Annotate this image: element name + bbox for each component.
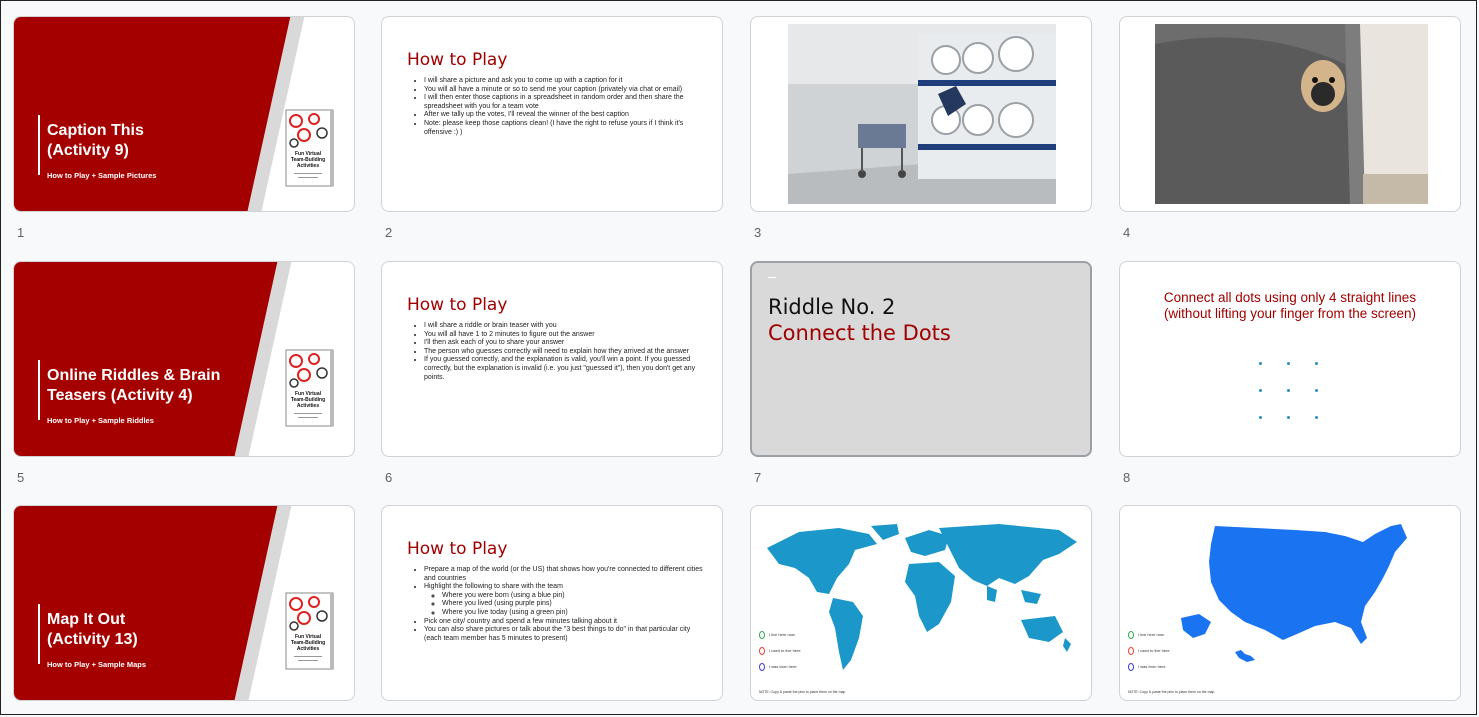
slide-number: 7 — [754, 470, 762, 485]
title-dash — [768, 277, 776, 278]
dot — [1287, 416, 1290, 419]
slide-number: 2 — [385, 225, 393, 240]
list-item-text: Highlight the following to share with th… — [424, 583, 563, 591]
riddle-title: Connect the Dots — [768, 321, 951, 345]
title-accent-bar — [38, 115, 40, 175]
map-legend: I live here now I used to live here I wa… — [1128, 631, 1170, 671]
blue-pin-icon — [1128, 663, 1134, 671]
slide-thumbnail-7-selected[interactable]: Riddle No. 2 Connect the Dots — [750, 261, 1092, 457]
dot — [1259, 389, 1262, 392]
dot — [1287, 389, 1290, 392]
legend-label: I live here now — [1138, 632, 1164, 638]
riddle-number: Riddle No. 2 — [768, 295, 896, 319]
slide-subtitle: How to Play + Sample Pictures — [47, 171, 157, 180]
slide-thumbnail-3[interactable] — [750, 16, 1092, 212]
list-item: Note: please keep those captions clean! … — [424, 120, 704, 137]
slide-thumbnail-12[interactable]: I live here now I used to live here I wa… — [1119, 505, 1461, 701]
rules-list: Prepare a map of the world (or the US) t… — [410, 566, 704, 643]
title-accent-bar — [38, 604, 40, 664]
sub-list: Where you were born (using a blue pin) W… — [424, 592, 704, 618]
slide-title: How to Play — [407, 50, 508, 70]
laundromat-photo — [788, 24, 1056, 204]
dot — [1287, 362, 1290, 365]
list-item: I will share a riddle or brain teaser wi… — [424, 322, 704, 331]
legend-label: I was born here — [1138, 664, 1166, 670]
title-accent-bar — [38, 360, 40, 420]
slide-title: Caption This (Activity 9) — [47, 122, 144, 159]
svg-text:Activities: Activities — [297, 163, 319, 169]
green-pin-icon — [1128, 631, 1134, 639]
ebook-cover-image: Fun Virtual Team-Building Activities — [285, 349, 334, 427]
rules-list: I will share a picture and ask you to co… — [410, 77, 704, 137]
slide-thumbnail-4[interactable] — [1119, 16, 1461, 212]
list-item: After we tally up the votes, I'll reveal… — [424, 111, 704, 120]
slide-thumbnail-6[interactable]: How to Play I will share a riddle or bra… — [381, 261, 723, 457]
list-item: If you guessed correctly, and the explan… — [424, 356, 704, 382]
list-item: I will share a picture and ask you to co… — [424, 77, 704, 86]
pug-photo — [1155, 24, 1428, 204]
slide-thumbnail-11[interactable]: I live here now I used to live here I wa… — [750, 505, 1092, 701]
map-note: NOTE: Copy & paste the pins to place the… — [1128, 690, 1215, 694]
slide-number: 3 — [754, 225, 762, 240]
ebook-cover-image: Fun Virtual Team-Building Activities — [285, 592, 334, 670]
ebook-cover-image: Fun Virtual Team-Building Activities — [285, 109, 334, 187]
map-legend: I live here now I used to live here I wa… — [759, 631, 801, 671]
red-pin-icon — [759, 647, 765, 655]
slide-number: 1 — [17, 225, 25, 240]
sub-list-item: Where you lived (using purple pins) — [442, 600, 704, 609]
legend-label: I live here now — [769, 632, 795, 638]
puzzle-instructions: Connect all dots using only 4 straight l… — [1163, 290, 1417, 321]
slide-thumbnail-9[interactable]: Map It Out (Activity 13) How to Play + S… — [13, 505, 355, 701]
rules-list: I will share a riddle or brain teaser wi… — [410, 322, 704, 382]
sub-list-item: Where you live today (using a green pin) — [442, 609, 704, 618]
slide-number: 8 — [1123, 470, 1131, 485]
slide-thumbnail-10[interactable]: How to Play Prepare a map of the world (… — [381, 505, 723, 701]
slide-title: Map It Out (Activity 13) — [47, 611, 138, 648]
svg-text:Activities: Activities — [297, 646, 319, 652]
list-item: You will all have 1 to 2 minutes to figu… — [424, 331, 704, 340]
svg-text:Activities: Activities — [297, 403, 319, 409]
sub-list-item: Where you were born (using a blue pin) — [442, 592, 704, 601]
dot — [1315, 362, 1318, 365]
legend-label: I was born here — [769, 664, 797, 670]
list-item: Highlight the following to share with th… — [424, 583, 704, 617]
slide-subtitle: How to Play + Sample Riddles — [47, 416, 154, 425]
legend-label: I used to live here — [1138, 648, 1170, 654]
slide-title: Online Riddles & Brain Teasers (Activity… — [47, 367, 221, 404]
slide-title: How to Play — [407, 539, 508, 559]
list-item: Pick one city/ country and spend a few m… — [424, 618, 704, 627]
red-pin-icon — [1128, 647, 1134, 655]
dot — [1315, 389, 1318, 392]
slide-thumbnail-8[interactable]: Connect all dots using only 4 straight l… — [1119, 261, 1461, 457]
legend-label: I used to live here — [769, 648, 801, 654]
slide-number: 5 — [17, 470, 25, 485]
slide-number: 4 — [1123, 225, 1131, 240]
list-item: I will then enter those captions in a sp… — [424, 94, 704, 111]
green-pin-icon — [759, 631, 765, 639]
list-item: I'll then ask each of you to share your … — [424, 339, 704, 348]
list-item: The person who guesses correctly will ne… — [424, 348, 704, 357]
blue-pin-icon — [759, 663, 765, 671]
list-item: You can also share pictures or talk abou… — [424, 626, 704, 643]
dot — [1315, 416, 1318, 419]
map-note: NOTE: Copy & paste the pins to place the… — [759, 690, 846, 694]
slide-thumbnail-5[interactable]: Online Riddles & Brain Teasers (Activity… — [13, 261, 355, 457]
list-item: Prepare a map of the world (or the US) t… — [424, 566, 704, 583]
slide-number: 6 — [385, 470, 393, 485]
slide-thumbnail-1[interactable]: Caption This (Activity 9) How to Play + … — [13, 16, 355, 212]
dot — [1259, 416, 1262, 419]
slide-thumbnail-2[interactable]: How to Play I will share a picture and a… — [381, 16, 723, 212]
dot — [1259, 362, 1262, 365]
slide-subtitle: How to Play + Sample Maps — [47, 660, 146, 669]
list-item: You will all have a minute or so to send… — [424, 86, 704, 95]
world-map-image — [767, 524, 1077, 670]
slide-title: How to Play — [407, 295, 508, 315]
us-map-image — [1181, 524, 1407, 662]
